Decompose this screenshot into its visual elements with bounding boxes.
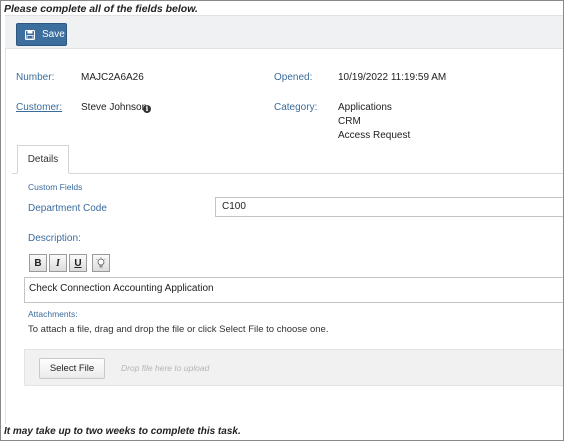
- category-value-1: Applications: [338, 102, 392, 113]
- bold-button[interactable]: B: [29, 254, 47, 272]
- task-form-window: Please complete all of the fields below.…: [0, 0, 564, 441]
- underline-button[interactable]: U: [69, 254, 87, 272]
- custom-fields-title: Custom Fields: [28, 182, 83, 192]
- category-label: Category:: [274, 102, 318, 113]
- description-label: Description:: [28, 233, 81, 244]
- italic-button[interactable]: I: [49, 254, 67, 272]
- editor-toolbar: B I U: [29, 254, 110, 276]
- instruction-text: Please complete all of the fields below.: [4, 3, 198, 15]
- tab-divider: [12, 173, 563, 174]
- form-content: Number: MAJC2A6A26 Customer: Steve Johns…: [5, 49, 563, 424]
- department-code-label: Department Code: [28, 203, 107, 214]
- customer-value: Steve Johnson: [81, 102, 148, 113]
- file-dropzone[interactable]: Select File Drop file here to upload: [24, 349, 563, 386]
- select-file-button[interactable]: Select File: [39, 358, 105, 379]
- save-button-label: Save: [42, 29, 65, 40]
- number-value: MAJC2A6A26: [81, 72, 144, 83]
- save-button[interactable]: Save: [16, 23, 67, 46]
- attachments-title: Attachments:: [28, 309, 78, 319]
- floppy-disk-icon: [25, 29, 35, 40]
- description-editor[interactable]: Check Connection Accounting Application: [24, 277, 563, 303]
- tab-details[interactable]: Details: [17, 145, 69, 174]
- number-label: Number:: [16, 72, 55, 83]
- toolbar: Save: [5, 15, 563, 49]
- attachments-help-text: To attach a file, drag and drop the file…: [28, 324, 329, 335]
- info-icon[interactable]: i: [143, 105, 151, 113]
- customer-link[interactable]: Customer:: [16, 102, 62, 113]
- category-value-2: CRM: [338, 116, 361, 127]
- footer-note: It may take up to two weeks to complete …: [4, 426, 241, 437]
- lightbulb-icon[interactable]: [92, 254, 110, 272]
- drop-placeholder: Drop file here to upload: [121, 363, 210, 373]
- opened-value: 10/19/2022 11:19:59 AM: [338, 72, 447, 83]
- department-code-input[interactable]: C100: [215, 197, 563, 217]
- category-value-3: Access Request: [338, 130, 411, 141]
- opened-label: Opened:: [274, 72, 313, 83]
